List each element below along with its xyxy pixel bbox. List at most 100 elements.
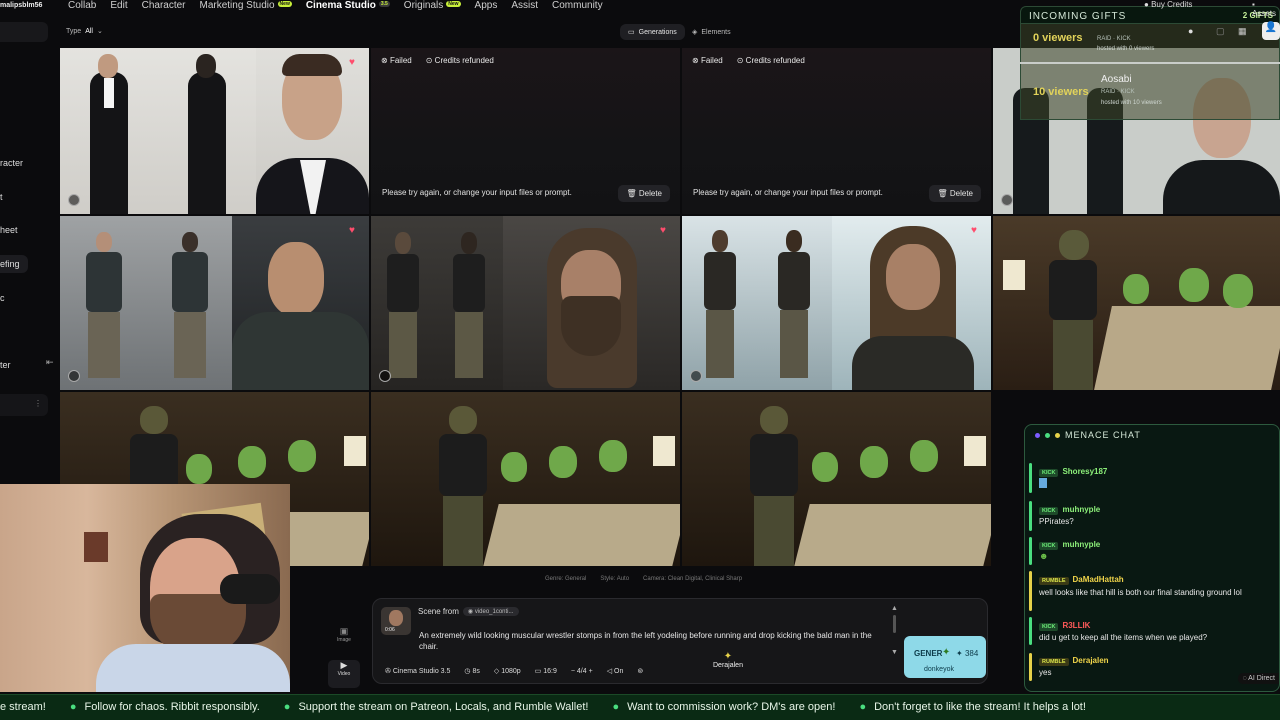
nav-cinema-studio[interactable]: Cinema Studio 3.5 [306,0,390,11]
nav-community[interactable]: Community [552,0,603,11]
elements-icon[interactable] [690,370,702,382]
generation-card[interactable]: ♥ [371,216,680,390]
gift-source: RAID · KICK [1101,89,1135,95]
platform-badge: KICK [1039,469,1059,477]
chat-text: well looks like that hill is both our fi… [1039,588,1242,597]
assets-link[interactable]: ▪ Assets [1252,0,1280,18]
scroll-up-icon[interactable]: ▲ [891,605,898,612]
elements-icon[interactable] [1001,194,1013,206]
dot-icon: ● [283,701,291,713]
elements-icon[interactable] [68,194,80,206]
buy-credits-link[interactable]: ● Buy Credits [1144,0,1192,9]
gift-note: hosted with 0 viewers [1097,46,1155,52]
sidebar-item[interactable]: t [0,192,3,202]
nav-assist[interactable]: Assist [511,0,538,11]
generation-card[interactable] [682,392,991,566]
genre-setting[interactable]: Genre: General [545,576,586,588]
prompt-scrollbar[interactable] [893,615,896,633]
style-setting[interactable]: Style: Auto [600,576,629,588]
x-circle-icon: ⊗ [381,56,390,65]
sidebar-item[interactable]: ter [0,360,11,370]
image-panel [371,216,437,390]
nav-collab[interactable]: Collab [68,0,96,11]
elements-icon[interactable] [68,370,80,382]
nav-edit[interactable]: Edit [110,0,127,11]
shirt [96,644,290,692]
ticker-item: ● Follow for chaos. Ribbit responsibly. [69,701,260,713]
nav-label: Community [552,0,603,11]
aspect-icon: ▭ [534,668,544,675]
filter-bar: Type All ⌄ ▭ Generations ◈ Elements [60,22,990,44]
camera-setting[interactable]: Camera: Clean Digital, Clinical Sharp [643,576,742,588]
tab-image[interactable]: ▣ Image [328,626,360,654]
favorite-heart-icon[interactable]: ♥ [349,226,359,236]
frog-icon: ✦ [723,651,733,662]
favorite-heart-icon[interactable]: ♥ [349,58,359,68]
resolution-selector[interactable]: ◇ 1080p [494,667,521,675]
elements-icon: ◈ [692,29,698,36]
chat-username: DaMadHattah [1072,575,1124,584]
nav-marketing-studio[interactable]: Marketing Studio New [200,0,292,11]
favorite-heart-icon[interactable]: ♥ [971,226,981,236]
duration-selector[interactable]: ◷ 8s [464,667,479,675]
dot-icon: ● [1188,26,1194,36]
sidebar-card[interactable]: ⋮ [0,394,48,416]
delete-button[interactable]: 🗑 Delete [929,185,981,202]
ai-direct-button[interactable]: ◌ AI Direct [1238,673,1279,684]
failed-status: ⊗ Failed [381,56,412,65]
generation-card[interactable]: ♥ [60,216,369,390]
generation-card[interactable]: ♥ [682,216,991,390]
sidebar-search[interactable] [0,22,48,42]
scene-thumbnail[interactable]: 0:06 [381,607,411,635]
platform-badge: KICK [1039,542,1059,550]
favorite-heart-icon[interactable]: ♥ [660,226,670,236]
tab-label: Elements [701,28,731,36]
donor-handle: donkeyok [924,666,954,673]
image-panel [437,216,503,390]
profile-icon[interactable]: 👤 [1262,22,1280,40]
image-panel [503,216,680,390]
nav-apps[interactable]: Apps [475,0,498,11]
tab-elements[interactable]: ◈ Elements [692,28,731,37]
failed-message: Please try again, or change your input f… [693,188,883,197]
emote-icon [1039,478,1047,488]
credits-refunded-status: ⊙ Credits refunded [736,56,805,65]
aspect-selector[interactable]: ▭ 16:9 [535,667,557,675]
folder-icon: ▪ [1252,0,1255,9]
tab-video[interactable]: ▶ Video [328,660,360,688]
generate-button[interactable]: GENER ✦ ✦ 384 donkeyok [904,636,986,678]
audio-toggle[interactable]: ◁ On [607,667,624,675]
type-filter[interactable]: Type All ⌄ [66,27,103,36]
status-dot [1045,433,1050,438]
username[interactable]: malipsblm56 [0,2,42,9]
more-icon[interactable]: ⋮ [34,399,42,408]
nav-character[interactable]: Character [142,0,186,11]
sidebar-item[interactable]: racter [0,158,23,168]
gift-source: RAID · KICK [1097,36,1131,42]
sidebar-item[interactable]: heet [0,225,18,235]
elements-icon[interactable] [379,370,391,382]
prompt-input[interactable]: An extremely wild looking muscular wrest… [419,630,879,652]
gift-viewers: 0 viewers [1033,32,1083,44]
model-selector[interactable]: ✇ Cinema Studio 3.5 [385,667,450,675]
nav-originals[interactable]: Originals New [404,0,461,11]
sidebar-item-active[interactable]: efing [0,255,28,273]
sidebar-item[interactable]: c [0,293,5,303]
generation-card[interactable]: ♥ [60,48,369,214]
settings-icon[interactable]: ⊚ [637,667,643,675]
gift-row: 10 viewers Aosabi RAID · KICK hosted wit… [1020,64,1280,120]
chat-text: PPirates? [1039,517,1074,526]
credits-refunded-status: ⊙ Credits refunded [425,56,494,65]
grid-icon[interactable]: ▦ [1238,26,1247,37]
failed-message: Please try again, or change your input f… [382,188,572,197]
count-stepper[interactable]: − 4/4 + [571,668,593,675]
collapse-sidebar-icon[interactable]: ⇤ [46,357,54,368]
image-panel [146,216,232,390]
scroll-down-icon[interactable]: ▼ [891,649,898,656]
panel-icon[interactable]: ▢ [1216,26,1225,37]
scene-reference-chip[interactable]: ◉ video_1conti... [462,607,519,616]
tab-generations[interactable]: ▭ Generations [620,24,685,40]
generation-card[interactable] [993,216,1280,390]
delete-button[interactable]: 🗑 Delete [618,185,670,202]
generation-card[interactable] [371,392,680,566]
